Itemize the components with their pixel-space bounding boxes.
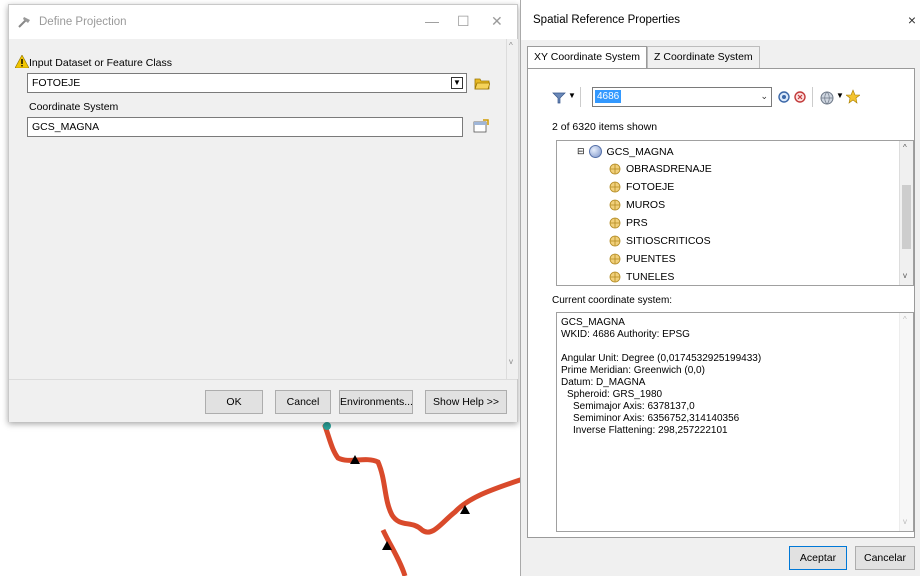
search-input-value: 4686 xyxy=(595,90,622,103)
warning-icon xyxy=(15,55,29,68)
tree-item-label: MUROS xyxy=(626,199,666,211)
layer-coordinate-icon xyxy=(609,235,621,247)
input-dataset-label: Input Dataset or Feature Class xyxy=(29,57,172,69)
cancel-button[interactable]: Cancel xyxy=(275,390,331,414)
details-line: WKID: 4686 Authority: EPSG xyxy=(561,329,690,340)
route-line xyxy=(322,423,523,535)
details-line: Semimajor Axis: 6378137,0 xyxy=(573,401,695,412)
tree-scrollbar[interactable]: ^ v xyxy=(899,141,913,285)
collapse-icon[interactable]: ⊟ xyxy=(577,146,585,157)
dialog-button-bar: OK Cancel Environments... Show Help >> xyxy=(9,379,517,422)
details-line: Inverse Flattening: 298,257222101 xyxy=(573,425,728,436)
layer-coordinate-icon xyxy=(609,163,621,175)
details-line: GCS_MAGNA xyxy=(561,317,625,328)
open-folder-icon[interactable] xyxy=(474,76,490,90)
hammer-icon xyxy=(18,17,30,28)
globe-icon xyxy=(588,145,602,158)
tree-item-puentes[interactable]: PUENTES xyxy=(609,253,676,265)
tree-item-muros[interactable]: MUROS xyxy=(609,199,665,211)
window-title: Define Projection xyxy=(39,16,127,28)
close-button[interactable]: ✕ xyxy=(491,13,503,30)
srp-close-button[interactable]: × xyxy=(908,12,916,28)
environments-button[interactable]: Environments... xyxy=(339,390,413,414)
current-coordinate-system-label: Current coordinate system: xyxy=(552,295,673,306)
xy-tab-panel: ▼ 4686 ⌄ ▼ 2 of 6320 items shown ⊟ GCS_M… xyxy=(527,68,915,538)
srp-title: Spatial Reference Properties xyxy=(533,14,681,26)
details-line: Semiminor Axis: 6356752,314140356 xyxy=(573,413,740,424)
tree-item-obrasdrenaje[interactable]: OBRASDRENAJE xyxy=(609,163,712,175)
tree-item-prs[interactable]: PRS xyxy=(609,217,648,229)
srp-titlebar[interactable]: Spatial Reference Properties xyxy=(521,0,920,40)
tree-item-sitioscriticos[interactable]: SITIOSCRITICOS xyxy=(609,235,711,247)
parameters-scrollbar[interactable]: ^ v xyxy=(506,39,518,379)
cancelar-button[interactable]: Cancelar xyxy=(855,546,915,570)
route-map xyxy=(322,422,523,577)
coordinate-system-tree: ⊟ GCS_MAGNA OBRASDRENAJE FOTOEJE MUROS P… xyxy=(556,140,914,286)
toolbar-divider xyxy=(580,87,581,107)
tree-item-label: FOTOEJE xyxy=(626,181,675,193)
define-projection-titlebar[interactable]: Define Projection xyxy=(9,5,517,39)
clear-search-icon[interactable] xyxy=(794,91,807,104)
dropdown-arrow-icon[interactable]: ▼ xyxy=(451,77,463,89)
coordinate-system-details: GCS_MAGNA WKID: 4686 Authority: EPSG Ang… xyxy=(556,312,914,532)
maximize-button[interactable]: ☐ xyxy=(457,13,470,30)
layer-coordinate-icon xyxy=(609,271,621,283)
show-help-button[interactable]: Show Help >> xyxy=(425,390,507,414)
tree-item-root[interactable]: ⊟ GCS_MAGNA xyxy=(577,145,674,158)
tab-z-coordinate-system[interactable]: Z Coordinate System xyxy=(647,46,760,68)
filter-dropdown-arrow-icon[interactable]: ▼ xyxy=(568,91,576,100)
layer-coordinate-icon xyxy=(609,181,621,193)
details-line: Prime Meridian: Greenwich (0,0) xyxy=(561,365,705,376)
tree-item-label: PUENTES xyxy=(626,253,676,265)
details-line: Spheroid: GRS_1980 xyxy=(567,389,663,400)
coordinate-system-label: Coordinate System xyxy=(29,101,119,113)
spatial-reference-properties-icon[interactable] xyxy=(473,119,489,133)
layer-coordinate-icon xyxy=(609,199,621,211)
tree-item-label: TUNELES xyxy=(626,271,675,283)
coordinate-system-field[interactable]: GCS_MAGNA xyxy=(27,117,463,137)
tab-xy-coordinate-system[interactable]: XY Coordinate System xyxy=(527,46,648,68)
layer-coordinate-icon xyxy=(609,217,621,229)
aceptar-button[interactable]: Aceptar xyxy=(789,546,847,570)
spatial-reference-properties-window: Spatial Reference Properties × XY Coordi… xyxy=(520,0,920,576)
tree-item-tuneles[interactable]: TUNELES xyxy=(609,271,674,283)
globe-icon[interactable] xyxy=(820,91,834,105)
toolbar-divider-2 xyxy=(812,87,813,107)
minimize-button[interactable]: — xyxy=(425,13,439,29)
search-input[interactable]: 4686 ⌄ xyxy=(592,87,772,107)
globe-dropdown-arrow-icon[interactable]: ▼ xyxy=(836,91,844,100)
details-scrollbar[interactable]: ^ v xyxy=(899,313,913,531)
details-line: Datum: D_MAGNA xyxy=(561,377,646,388)
route-start-point xyxy=(323,422,331,430)
tool-parameters-panel: Input Dataset or Feature Class FOTOEJE ▼… xyxy=(9,39,506,379)
define-projection-window: Define Projection — ☐ ✕ Input Dataset or… xyxy=(8,4,518,422)
items-shown-count: 2 of 6320 items shown xyxy=(552,121,658,133)
tree-scrollbar-thumb[interactable] xyxy=(902,185,911,249)
search-icon[interactable] xyxy=(778,91,791,104)
filter-icon[interactable] xyxy=(552,91,566,105)
tree-item-label: GCS_MAGNA xyxy=(606,145,674,158)
input-dataset-field[interactable]: FOTOEJE xyxy=(27,73,467,93)
details-line: Angular Unit: Degree (0,0174532925199433… xyxy=(561,353,762,364)
tree-item-label: SITIOSCRITICOS xyxy=(626,235,711,247)
tree-item-label: PRS xyxy=(626,217,648,229)
srp-tabs: XY Coordinate System Z Coordinate System xyxy=(527,46,760,68)
map-canvas[interactable] xyxy=(0,420,523,577)
ok-button[interactable]: OK xyxy=(205,390,263,414)
layer-coordinate-icon xyxy=(609,253,621,265)
search-dropdown-arrow-icon[interactable]: ⌄ xyxy=(760,91,768,102)
add-to-favorites-icon[interactable] xyxy=(846,89,860,105)
tree-item-label: OBRASDRENAJE xyxy=(626,163,712,175)
tree-item-fotoeje[interactable]: FOTOEJE xyxy=(609,181,674,193)
